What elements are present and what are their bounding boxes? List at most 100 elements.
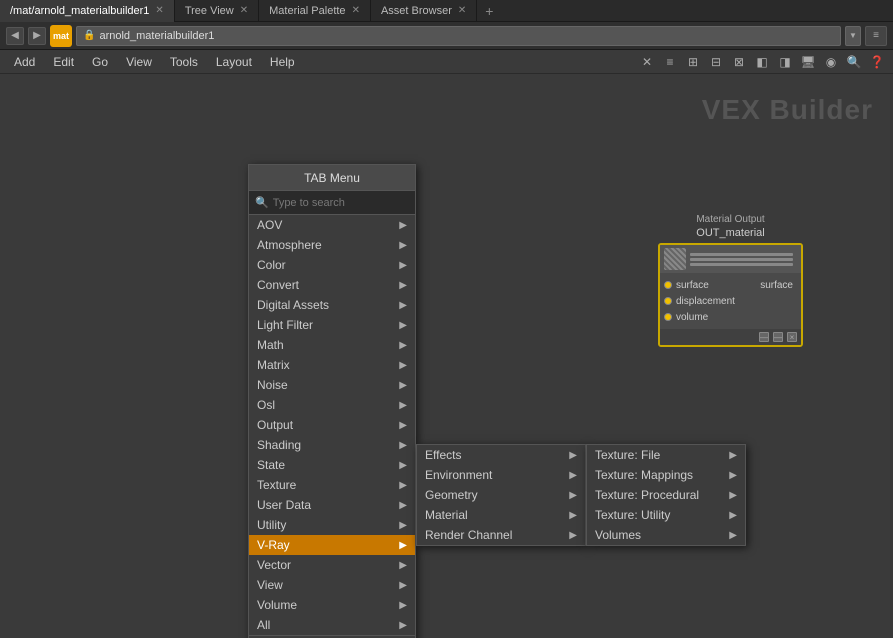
menu-edit[interactable]: Edit <box>45 53 82 71</box>
node-footer-btn1[interactable]: — <box>759 332 769 342</box>
menu-layout[interactable]: Layout <box>208 53 260 71</box>
toolbar-list-icon[interactable]: ≡ <box>660 52 680 72</box>
node-box[interactable]: surface surface displacement volume — — … <box>658 243 803 347</box>
toolbar-circle-icon[interactable]: ◉ <box>821 52 841 72</box>
tab-arnold-materialbuilder[interactable]: /mat/arnold_materialbuilder1 ✕ <box>0 0 175 22</box>
menu-item-state[interactable]: State ▶ <box>249 455 415 475</box>
arrow-right-icon: ▶ <box>729 530 737 541</box>
menu-tools[interactable]: Tools <box>162 53 206 71</box>
arrow-right-icon: ▶ <box>399 380 407 391</box>
menu-toolbar-icons: ✕ ≡ ⊞ ⊟ ⊠ ◧ ◨ 🖥 ◉ 🔍 ❓ <box>637 52 887 72</box>
menu-item-shading[interactable]: Shading ▶ <box>249 435 415 455</box>
menu-item-convert[interactable]: Convert ▶ <box>249 275 415 295</box>
port-dot-volume <box>664 313 672 321</box>
arrow-right-icon: ▶ <box>399 260 407 271</box>
submenu-texture-file[interactable]: Texture: File ▶ <box>587 445 745 465</box>
menu-item-user-data[interactable]: User Data ▶ <box>249 495 415 515</box>
menu-item-math[interactable]: Math ▶ <box>249 335 415 355</box>
nav-lock-icon: 🔒 <box>83 30 95 41</box>
toolbar-grid2-icon[interactable]: ⊟ <box>706 52 726 72</box>
menu-item-noise[interactable]: Noise ▶ <box>249 375 415 395</box>
menu-item-vray[interactable]: V-Ray ▶ <box>249 535 415 555</box>
menu-go[interactable]: Go <box>84 53 116 71</box>
submenu-effects[interactable]: Effects ▶ <box>417 445 585 465</box>
menu-item-all[interactable]: All ▶ <box>249 615 415 635</box>
nav-menu-button[interactable]: ≡ <box>865 26 887 46</box>
submenu-material[interactable]: Material ▶ <box>417 505 585 525</box>
toolbar-grid-icon[interactable]: ⊞ <box>683 52 703 72</box>
port-dot-displacement <box>664 297 672 305</box>
toolbar-grid3-icon[interactable]: ⊠ <box>729 52 749 72</box>
tab-close-icon[interactable]: ✕ <box>352 5 360 16</box>
port-dot-surface <box>664 281 672 289</box>
nav-back-button[interactable]: ◀ <box>6 27 24 45</box>
submenu-texture-utility[interactable]: Texture: Utility ▶ <box>587 505 745 525</box>
node-header-icon <box>664 248 686 270</box>
submenu-geometry[interactable]: Geometry ▶ <box>417 485 585 505</box>
submenu-texture-mappings[interactable]: Texture: Mappings ▶ <box>587 465 745 485</box>
arrow-right-icon: ▶ <box>399 220 407 231</box>
arrow-right-icon: ▶ <box>399 500 407 511</box>
node-port-volume: volume <box>660 309 801 325</box>
arrow-right-icon: ▶ <box>399 300 407 311</box>
node-footer-btn2[interactable]: — <box>773 332 783 342</box>
menu-item-aov[interactable]: AOV ▶ <box>249 215 415 235</box>
menu-item-texture[interactable]: Texture ▶ <box>249 475 415 495</box>
tab-tree-view[interactable]: Tree View ✕ <box>175 0 259 22</box>
toolbar-split-icon[interactable]: ◧ <box>752 52 772 72</box>
menu-item-view[interactable]: View ▶ <box>249 575 415 595</box>
toolbar-help-icon[interactable]: ❓ <box>867 52 887 72</box>
arrow-right-icon: ▶ <box>399 580 407 591</box>
menu-help[interactable]: Help <box>262 53 303 71</box>
tab-add-button[interactable]: + <box>477 3 501 19</box>
vray-submenu: Effects ▶ Environment ▶ Geometry ▶ Mater… <box>416 444 586 546</box>
nav-forward-button[interactable]: ▶ <box>28 27 46 45</box>
submenu-render-channel[interactable]: Render Channel ▶ <box>417 525 585 545</box>
node-footer-btn3[interactable]: × <box>787 332 797 342</box>
menu-item-atmosphere[interactable]: Atmosphere ▶ <box>249 235 415 255</box>
menu-item-light-filter[interactable]: Light Filter ▶ <box>249 315 415 335</box>
material-output-node: Material Output OUT_material surface sur… <box>658 214 803 347</box>
toolbar-monitor-icon[interactable]: 🖥 <box>798 52 818 72</box>
arrow-right-icon: ▶ <box>569 530 577 541</box>
arrow-right-icon: ▶ <box>569 450 577 461</box>
tab-close-icon[interactable]: ✕ <box>155 5 163 16</box>
tab-menu-list: AOV ▶ Atmosphere ▶ Color ▶ Convert ▶ Dig… <box>249 215 415 635</box>
node-ports: surface surface displacement volume <box>660 273 801 329</box>
arrow-right-icon: ▶ <box>569 490 577 501</box>
arrow-right-icon: ▶ <box>399 420 407 431</box>
arrow-right-icon: ▶ <box>399 280 407 291</box>
arrow-right-icon: ▶ <box>399 320 407 331</box>
menu-view[interactable]: View <box>118 53 160 71</box>
tab-asset-browser[interactable]: Asset Browser ✕ <box>371 0 477 22</box>
tab-close-icon[interactable]: ✕ <box>458 5 466 16</box>
submenu-environment[interactable]: Environment ▶ <box>417 465 585 485</box>
nav-path[interactable]: 🔒 arnold_materialbuilder1 <box>76 26 841 46</box>
nav-dropdown-button[interactable]: ▼ <box>845 26 861 46</box>
menu-item-digital-assets[interactable]: Digital Assets ▶ <box>249 295 415 315</box>
node-name: OUT_material <box>658 227 803 239</box>
submenu-volumes[interactable]: Volumes ▶ <box>587 525 745 545</box>
toolbar-cut-icon[interactable]: ✕ <box>637 52 657 72</box>
menu-item-color[interactable]: Color ▶ <box>249 255 415 275</box>
menu-item-output[interactable]: Output ▶ <box>249 415 415 435</box>
menu-item-matrix[interactable]: Matrix ▶ <box>249 355 415 375</box>
toolbar-search-icon[interactable]: 🔍 <box>844 52 864 72</box>
tab-material-palette[interactable]: Material Palette ✕ <box>259 0 371 22</box>
submenu-texture-procedural[interactable]: Texture: Procedural ▶ <box>587 485 745 505</box>
nav-node-icon: mat <box>50 25 72 47</box>
vray-texture-submenu: Texture: File ▶ Texture: Mappings ▶ Text… <box>586 444 746 546</box>
tab-close-icon[interactable]: ✕ <box>240 5 248 16</box>
menu-item-osl[interactable]: Osl ▶ <box>249 395 415 415</box>
node-header <box>660 245 801 273</box>
arrow-right-icon: ▶ <box>399 620 407 631</box>
menu-item-vector[interactable]: Vector ▶ <box>249 555 415 575</box>
toolbar-split2-icon[interactable]: ◨ <box>775 52 795 72</box>
tab-menu-search: 🔍 Type to search <box>249 191 415 215</box>
arrow-right-icon: ▶ <box>399 400 407 411</box>
menu-item-utility[interactable]: Utility ▶ <box>249 515 415 535</box>
menu-item-volume[interactable]: Volume ▶ <box>249 595 415 615</box>
search-placeholder-text: Type to search <box>273 197 345 209</box>
node-title: Material Output <box>658 214 803 225</box>
menu-add[interactable]: Add <box>6 53 43 71</box>
